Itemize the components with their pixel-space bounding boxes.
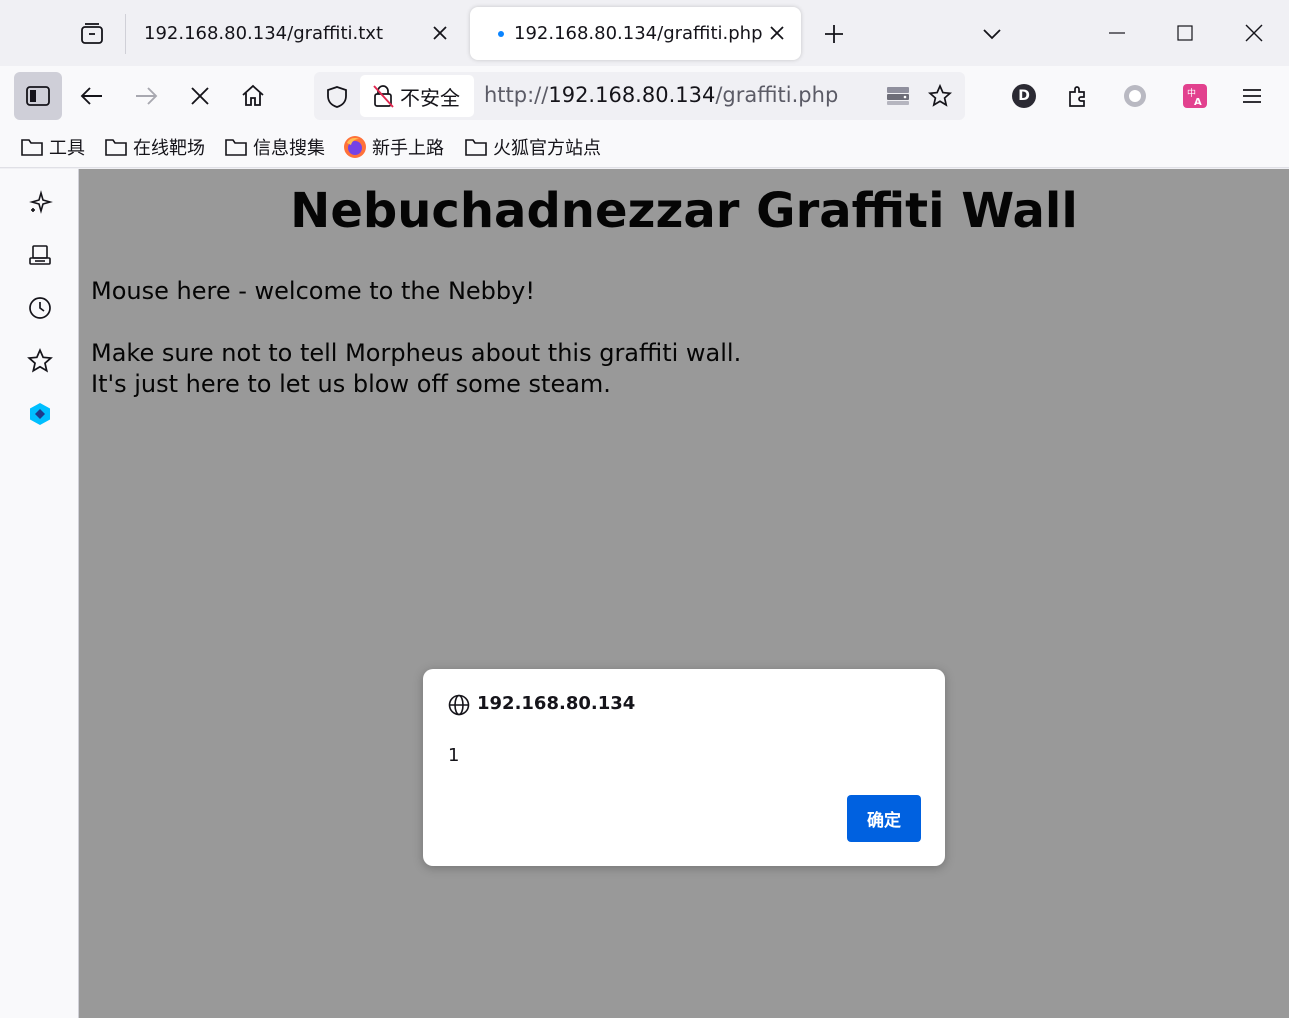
stop-icon (191, 87, 209, 105)
firefox-icon (344, 136, 366, 158)
sidebar-bookmarks[interactable] (22, 343, 58, 379)
modal-overlay (79, 169, 1289, 1018)
devices-icon (29, 245, 51, 265)
tab-separator (125, 14, 126, 54)
insecure-label: 不安全 (400, 85, 460, 110)
tab-title: 192.168.80.134/graffiti.txt (144, 23, 384, 44)
tab-title: 192.168.80.134/graffiti.php (514, 23, 763, 44)
account-initial: D (1018, 88, 1030, 104)
page-content: Nebuchadnezzar Graffiti Wall Mouse here … (79, 169, 1289, 1018)
maximize-icon (1177, 25, 1193, 41)
home-button[interactable] (229, 72, 277, 120)
chevron-down-icon (983, 29, 1001, 40)
minimize-button[interactable] (1083, 0, 1151, 66)
svg-text:A: A (1194, 97, 1202, 108)
alert-dialog: 192.168.80.134 1 确定 (423, 669, 945, 866)
stop-loading-button[interactable] (176, 72, 224, 120)
clock-icon (29, 297, 51, 319)
hamburger-menu-icon (1243, 89, 1261, 103)
bookmark-star-button[interactable] (926, 83, 954, 109)
maximize-button[interactable] (1151, 0, 1219, 66)
tab-strip: 192.168.80.134/graffiti.txt 192.168.80.1… (0, 0, 1289, 66)
sidebar-synced-tabs[interactable] (22, 238, 58, 274)
bookmark-label: 新手上路 (372, 138, 444, 159)
circle-icon (1124, 85, 1146, 107)
tracking-protection-button[interactable] (324, 84, 350, 110)
arrow-left-icon (80, 87, 102, 105)
url-bar[interactable]: 不安全 http://192.168.80.134/graffiti.php (314, 72, 965, 120)
bookmark-label: 在线靶场 (133, 138, 205, 159)
sidebar-toggle-button[interactable] (14, 72, 62, 120)
sparkle-icon (29, 190, 53, 214)
app-menu-button[interactable] (1234, 78, 1270, 114)
bookmark-folder-tools[interactable]: 工具 (20, 134, 85, 160)
url-scheme: http:// (484, 83, 549, 107)
page-action-button[interactable] (884, 83, 912, 109)
tab-close-button[interactable] (428, 21, 452, 45)
tab-graffiti-txt[interactable]: 192.168.80.134/graffiti.txt (130, 7, 464, 60)
tab-graffiti-php[interactable]: 192.168.80.134/graffiti.php (470, 7, 801, 60)
url-text[interactable]: http://192.168.80.134/graffiti.php (484, 83, 838, 107)
tab-list-icon (79, 21, 105, 47)
minimize-icon (1109, 32, 1125, 34)
sidebar-extension-app[interactable] (22, 396, 58, 432)
close-icon (1245, 24, 1263, 42)
bookmark-folder-online-range[interactable]: 在线靶场 (104, 134, 205, 160)
folder-icon (105, 139, 127, 156)
folder-icon (225, 139, 247, 156)
tab-list-button[interactable] (68, 14, 116, 54)
sidebar-ai-chatbot[interactable] (22, 185, 58, 221)
dialog-message: 1 (448, 745, 460, 766)
plus-icon (825, 25, 843, 43)
bookmark-getting-started[interactable]: 新手上路 (343, 134, 444, 160)
close-icon (433, 26, 447, 40)
new-tab-button[interactable] (818, 18, 850, 50)
bookmark-folder-firefox-sites[interactable]: 火狐官方站点 (464, 134, 601, 160)
extension-circle-button[interactable] (1117, 78, 1153, 114)
server-icon (887, 87, 909, 105)
globe-icon (448, 694, 470, 716)
folder-icon (465, 139, 487, 156)
back-button[interactable] (68, 72, 116, 120)
cube-app-icon (30, 403, 50, 425)
site-security-indicator[interactable]: 不安全 (360, 75, 474, 117)
tab-close-button[interactable] (765, 21, 789, 45)
account-extension-button[interactable]: D (1006, 78, 1042, 114)
star-icon (928, 84, 952, 107)
home-icon (242, 84, 264, 106)
translate-icon: 中A (1183, 84, 1207, 108)
puzzle-icon (1069, 86, 1085, 107)
sidebar-icon (26, 86, 50, 106)
folder-icon (21, 139, 43, 156)
shield-icon (327, 86, 347, 108)
loading-dot-icon (498, 31, 504, 37)
window-close-button[interactable] (1220, 0, 1288, 66)
sidebar-history[interactable] (22, 290, 58, 326)
translate-extension-button[interactable]: 中A (1177, 78, 1213, 114)
bookmark-folder-info-gathering[interactable]: 信息搜集 (224, 134, 325, 160)
navigation-toolbar: 不安全 http://192.168.80.134/graffiti.php D… (0, 66, 1289, 126)
close-icon (770, 26, 784, 40)
forward-button[interactable] (122, 72, 170, 120)
arrow-right-icon (136, 87, 158, 105)
url-host: 192.168.80.134 (548, 83, 716, 107)
dialog-origin: 192.168.80.134 (477, 693, 636, 714)
list-all-tabs-button[interactable] (976, 18, 1008, 50)
bookmark-label: 信息搜集 (253, 138, 325, 159)
insecure-lock-icon (373, 85, 394, 108)
bookmarks-toolbar: 工具 在线靶场 信息搜集 新手上路 火狐官方站点 (0, 126, 1289, 168)
ok-button[interactable]: 确定 (847, 795, 921, 842)
star-icon (27, 348, 53, 373)
sidebar (0, 169, 79, 1018)
extensions-button[interactable] (1060, 78, 1096, 114)
bookmark-label: 工具 (49, 138, 85, 159)
url-path: /graffiti.php (715, 83, 839, 107)
bookmark-label: 火狐官方站点 (493, 138, 601, 159)
